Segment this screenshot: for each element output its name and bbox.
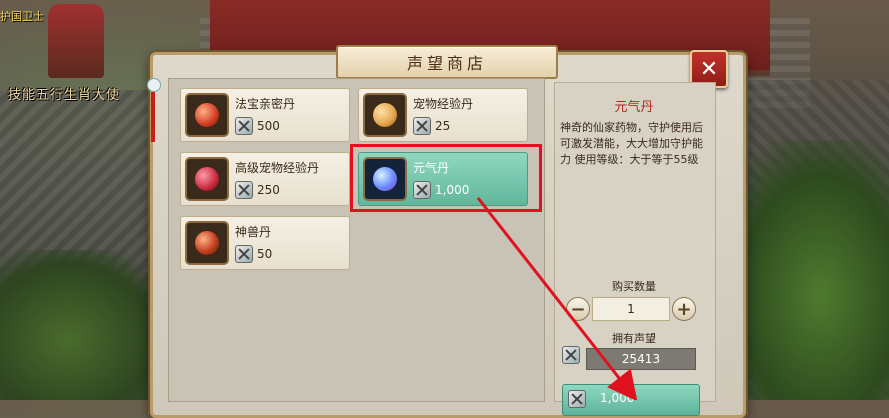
shop-item[interactable]: 神兽丹 50 xyxy=(180,216,350,270)
background-tree-left xyxy=(0,250,170,400)
item-thumbnail xyxy=(185,93,229,137)
npc-name: 五行生肖大使 xyxy=(36,88,121,103)
reputation-icon xyxy=(562,346,580,364)
detail-description: 神奇的仙家药物，守护使用后可激发潜能，大大增加守护能力 使用等级：大于等于55级 xyxy=(560,121,703,166)
shop-item[interactable]: 法宝亲密丹 500 xyxy=(180,88,350,142)
item-orb xyxy=(195,103,219,127)
item-thumbnail xyxy=(363,93,407,137)
item-price: 25 xyxy=(435,119,451,133)
npc-name-label[interactable]: 技能五行生肖大使 xyxy=(8,84,120,103)
item-thumbnail xyxy=(185,221,229,265)
quantity-label: 购买数量 xyxy=(612,280,656,293)
shop-title: 声望商店 xyxy=(336,45,558,79)
item-orb xyxy=(195,167,219,191)
buy-price: 1,000 xyxy=(600,391,635,405)
detail-title: 元气丹 xyxy=(614,100,654,115)
npc-prefix: 技能 xyxy=(8,88,37,103)
item-name: 宠物经验丹 xyxy=(413,97,474,111)
selection-highlight-box xyxy=(350,144,542,212)
item-price: 500 xyxy=(257,119,280,133)
quantity-input[interactable]: 1 xyxy=(592,297,670,321)
reputation-icon xyxy=(568,390,586,408)
reputation-icon xyxy=(413,117,431,135)
item-name: 神兽丹 xyxy=(235,225,272,239)
shop-item[interactable]: 高级宠物经验丹 250 xyxy=(180,152,350,206)
item-thumbnail xyxy=(185,157,229,201)
item-price: 250 xyxy=(257,183,280,197)
reputation-icon xyxy=(235,181,253,199)
reputation-value: 25413 xyxy=(586,348,696,370)
item-name: 高级宠物经验丹 xyxy=(235,161,320,175)
reputation-icon xyxy=(235,245,253,263)
item-name: 法宝亲密丹 xyxy=(235,97,296,111)
reputation-label: 拥有声望 xyxy=(612,332,656,345)
npc-character[interactable] xyxy=(48,4,104,78)
quantity-minus-button[interactable]: − xyxy=(566,297,590,321)
reputation-icon xyxy=(235,117,253,135)
quantity-plus-button[interactable]: + xyxy=(672,297,696,321)
item-orb xyxy=(373,103,397,127)
shop-item[interactable]: 宠物经验丹 25 xyxy=(358,88,528,142)
item-price: 50 xyxy=(257,247,273,261)
item-orb xyxy=(195,231,219,255)
tassel-ornament xyxy=(147,78,161,148)
npc-title: 护国卫士 xyxy=(0,10,44,23)
